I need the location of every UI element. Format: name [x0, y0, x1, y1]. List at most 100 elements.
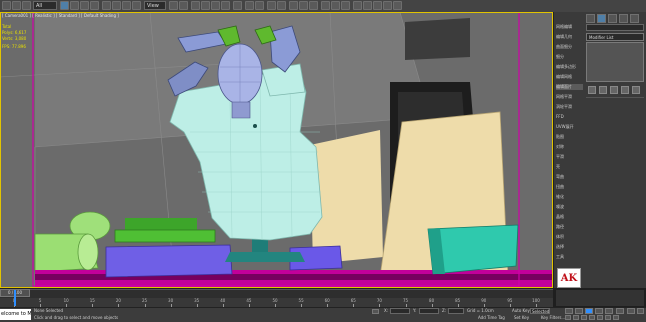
- rectangle-selection-icon[interactable]: [80, 1, 89, 10]
- material-editor-icon[interactable]: [309, 1, 318, 10]
- spinner-snap-icon[interactable]: [221, 1, 230, 10]
- link-icon[interactable]: [22, 1, 31, 10]
- maximize-viewport-icon[interactable]: [613, 315, 619, 320]
- modifier-stack[interactable]: [586, 42, 644, 82]
- snap-toggle-icon[interactable]: [191, 1, 200, 10]
- modifier-shortcut-item[interactable]: 扭曲: [556, 184, 583, 190]
- object-name-field[interactable]: [586, 24, 644, 31]
- environment-icon[interactable]: [383, 1, 392, 10]
- rotate-icon[interactable]: [112, 1, 121, 10]
- add-time-tag-button[interactable]: Add Time Tag: [478, 315, 505, 320]
- time-slider-track[interactable]: [0, 289, 553, 298]
- angle-snap-icon[interactable]: [201, 1, 210, 10]
- motion-tab-icon[interactable]: [619, 14, 628, 23]
- display-tab-icon[interactable]: [630, 14, 639, 23]
- modifier-shortcut-item[interactable]: 曲面细分: [556, 44, 583, 50]
- hierarchy-tab-icon[interactable]: [608, 14, 617, 23]
- modifier-shortcut-item[interactable]: 路径: [556, 224, 583, 230]
- render-iterative-icon[interactable]: [363, 1, 372, 10]
- key-mode-select[interactable]: Selected: [530, 308, 550, 314]
- pivot-icon[interactable]: [169, 1, 178, 10]
- select-by-name-icon[interactable]: [70, 1, 79, 10]
- maxscript-listener[interactable]: elcome to MAX: [0, 309, 31, 320]
- modifier-shortcut-item[interactable]: 壳: [556, 164, 583, 170]
- reference-coordinate-select[interactable]: View: [144, 1, 166, 10]
- z-coordinate-field[interactable]: [448, 308, 464, 314]
- modifier-shortcut-item[interactable]: FFD: [556, 114, 583, 120]
- modifier-shortcut-item[interactable]: 编辑面片: [556, 84, 583, 90]
- render-production-icon[interactable]: [341, 1, 350, 10]
- field-of-view-icon[interactable]: [589, 315, 595, 320]
- remove-modifier-icon[interactable]: [621, 86, 629, 94]
- time-configuration-icon[interactable]: [637, 308, 644, 314]
- go-to-end-icon[interactable]: [605, 308, 613, 314]
- mirror-icon[interactable]: [245, 1, 254, 10]
- modifier-shortcut-item[interactable]: 锥化: [556, 194, 583, 200]
- zoom-extents-icon[interactable]: [581, 315, 587, 320]
- play-icon[interactable]: [585, 308, 593, 314]
- rendered-frame-window-icon[interactable]: [331, 1, 340, 10]
- next-frame-icon[interactable]: [595, 308, 603, 314]
- align-icon[interactable]: [255, 1, 264, 10]
- toggle-ribbon-icon[interactable]: [277, 1, 286, 10]
- render-in-cloud-icon[interactable]: [373, 1, 382, 10]
- modifier-shortcut-item[interactable]: 选择: [556, 244, 583, 250]
- key-mode-toggle-icon[interactable]: [616, 308, 624, 314]
- pan-icon[interactable]: [597, 315, 603, 320]
- teapot-icon[interactable]: [353, 1, 362, 10]
- zoom-all-icon[interactable]: [573, 315, 579, 320]
- selection-filter-select[interactable]: All: [33, 1, 57, 10]
- modifier-shortcut-item[interactable]: UVW展开: [556, 124, 583, 130]
- modifier-shortcut-item[interactable]: 细分: [556, 54, 583, 60]
- viewport-label[interactable]: [ Camera001 ] [ Realistic ] [ Standard ]…: [2, 13, 119, 18]
- curve-editor-icon[interactable]: [289, 1, 298, 10]
- layer-explorer-icon[interactable]: [267, 1, 276, 10]
- modifier-shortcut-item[interactable]: 编辑网格: [556, 74, 583, 80]
- undo-icon[interactable]: [2, 1, 11, 10]
- select-manipulate-icon[interactable]: [179, 1, 188, 10]
- window-crossing-icon[interactable]: [90, 1, 99, 10]
- pin-stack-icon[interactable]: [588, 86, 596, 94]
- playhead[interactable]: [14, 290, 16, 306]
- redo-icon[interactable]: [12, 1, 21, 10]
- percent-snap-icon[interactable]: [211, 1, 220, 10]
- schematic-view-icon[interactable]: [299, 1, 308, 10]
- select-object-icon[interactable]: [60, 1, 69, 10]
- modify-tab-icon[interactable]: [597, 14, 606, 23]
- modifier-shortcut-item[interactable]: 贴图: [556, 134, 583, 140]
- modifier-shortcut-item[interactable]: 平滑: [556, 154, 583, 160]
- scale-icon[interactable]: [122, 1, 131, 10]
- modifier-list-dropdown[interactable]: Modifier List: [586, 33, 644, 41]
- modifier-shortcut-item[interactable]: 编辑多边形: [556, 64, 583, 70]
- key-filters-button[interactable]: Key Filters...: [541, 315, 565, 320]
- modifier-shortcut-item[interactable]: 网格编辑: [556, 24, 583, 30]
- show-end-result-icon[interactable]: [599, 86, 607, 94]
- x-coordinate-field[interactable]: [390, 308, 410, 314]
- effects-icon[interactable]: [393, 1, 402, 10]
- orbit-icon[interactable]: [605, 315, 611, 320]
- modifier-shortcut-item[interactable]: 对称: [556, 144, 583, 150]
- modifier-shortcut-item[interactable]: 涡轮平滑: [556, 104, 583, 110]
- modifier-shortcut-item[interactable]: 网格平滑: [556, 94, 583, 100]
- create-tab-icon[interactable]: [586, 14, 595, 23]
- previous-frame-icon[interactable]: [575, 308, 583, 314]
- edit-named-selection-icon[interactable]: [233, 1, 242, 10]
- zoom-icon[interactable]: [565, 315, 571, 320]
- current-frame-field[interactable]: [627, 308, 635, 314]
- modifier-shortcut-item[interactable]: 工具: [556, 254, 583, 260]
- configure-sets-icon[interactable]: [632, 86, 640, 94]
- modifier-shortcut-item[interactable]: 噪波: [556, 204, 583, 210]
- render-setup-icon[interactable]: [321, 1, 330, 10]
- lock-selection-icon[interactable]: [372, 309, 379, 314]
- auto-key-button[interactable]: Auto Key: [512, 308, 530, 313]
- set-key-button[interactable]: Set Key: [514, 315, 529, 320]
- camera-viewport[interactable]: [0, 12, 553, 288]
- modifier-shortcut-item[interactable]: 编辑几何: [556, 34, 583, 40]
- make-unique-icon[interactable]: [610, 86, 618, 94]
- y-coordinate-field[interactable]: [419, 308, 439, 314]
- place-icon[interactable]: [132, 1, 141, 10]
- go-to-start-icon[interactable]: [565, 308, 573, 314]
- move-icon[interactable]: [102, 1, 111, 10]
- modifier-shortcut-item[interactable]: 弯曲: [556, 174, 583, 180]
- modifier-shortcut-item[interactable]: 体积: [556, 234, 583, 240]
